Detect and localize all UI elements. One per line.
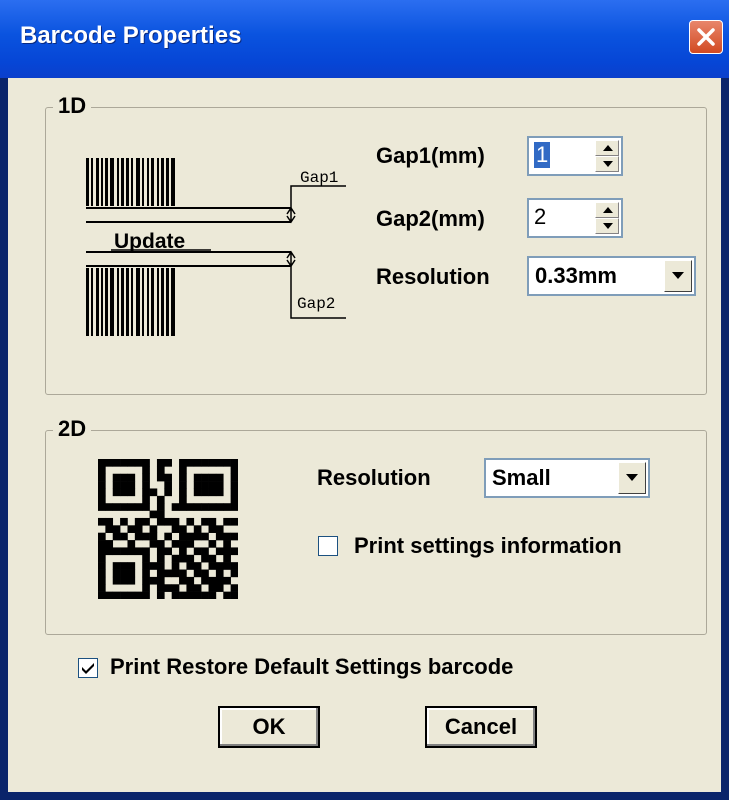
window-title: Barcode Properties — [20, 22, 242, 49]
gap1-label: Gap1(mm) — [376, 143, 485, 168]
dialog-window: Barcode Properties 1D Update Gap1 Gap2 G… — [0, 0, 729, 800]
arrow-up-icon — [603, 207, 613, 213]
ok-button[interactable]: OK — [218, 706, 320, 748]
diagram-gap2-label: Gap2 — [297, 295, 335, 313]
gap2-down-button[interactable] — [595, 218, 619, 234]
close-button[interactable] — [689, 20, 723, 54]
gap1-value[interactable]: 1 — [534, 142, 551, 168]
gap1-down-button[interactable] — [595, 156, 619, 172]
print-restore-label[interactable]: Print Restore Default Settings barcode — [110, 654, 513, 680]
diagram-update-label: Update — [114, 230, 185, 253]
gap2-spinbox[interactable]: 2 — [527, 198, 623, 238]
gap2-label: Gap2(mm) — [376, 206, 485, 231]
gap1-spinbox[interactable]: 1 — [527, 136, 623, 176]
close-icon — [697, 28, 715, 46]
print-restore-checkbox[interactable] — [78, 658, 98, 678]
qr-code-icon — [98, 459, 238, 599]
arrow-up-icon — [603, 145, 613, 151]
print-settings-checkbox[interactable] — [318, 536, 338, 556]
diagram-gap1-label: Gap1 — [300, 169, 338, 187]
group-1d-label: 1D — [53, 93, 92, 119]
group-2d-label: 2D — [53, 416, 92, 442]
gap2-up-button[interactable] — [595, 202, 619, 218]
resolution-1d-value: 0.33mm — [535, 263, 617, 288]
dialog-body: 1D Update Gap1 Gap2 Gap1(mm) 1 Gap2(mm) … — [8, 78, 721, 792]
resolution-1d-dropdown[interactable]: 0.33mm — [527, 256, 696, 296]
chevron-down-icon — [672, 272, 684, 279]
resolution-2d-dropdown[interactable]: Small — [484, 458, 650, 498]
checkmark-icon — [82, 663, 94, 674]
resolution-2d-value: Small — [492, 465, 551, 490]
resolution-2d-label: Resolution — [317, 465, 431, 490]
resolution-2d-dropdown-button[interactable] — [618, 462, 646, 494]
cancel-button[interactable]: Cancel — [425, 706, 537, 748]
resolution-1d-dropdown-button[interactable] — [664, 260, 692, 292]
gap1-up-button[interactable] — [595, 140, 619, 156]
title-bar[interactable]: Barcode Properties — [0, 0, 729, 78]
chevron-down-icon — [626, 474, 638, 481]
resolution-1d-label: Resolution — [376, 264, 490, 289]
arrow-down-icon — [603, 223, 613, 229]
barcode-1d-diagram: Update Gap1 Gap2 — [86, 158, 346, 336]
gap2-value[interactable]: 2 — [534, 204, 546, 230]
print-settings-label[interactable]: Print settings information — [354, 533, 622, 559]
arrow-down-icon — [603, 161, 613, 167]
